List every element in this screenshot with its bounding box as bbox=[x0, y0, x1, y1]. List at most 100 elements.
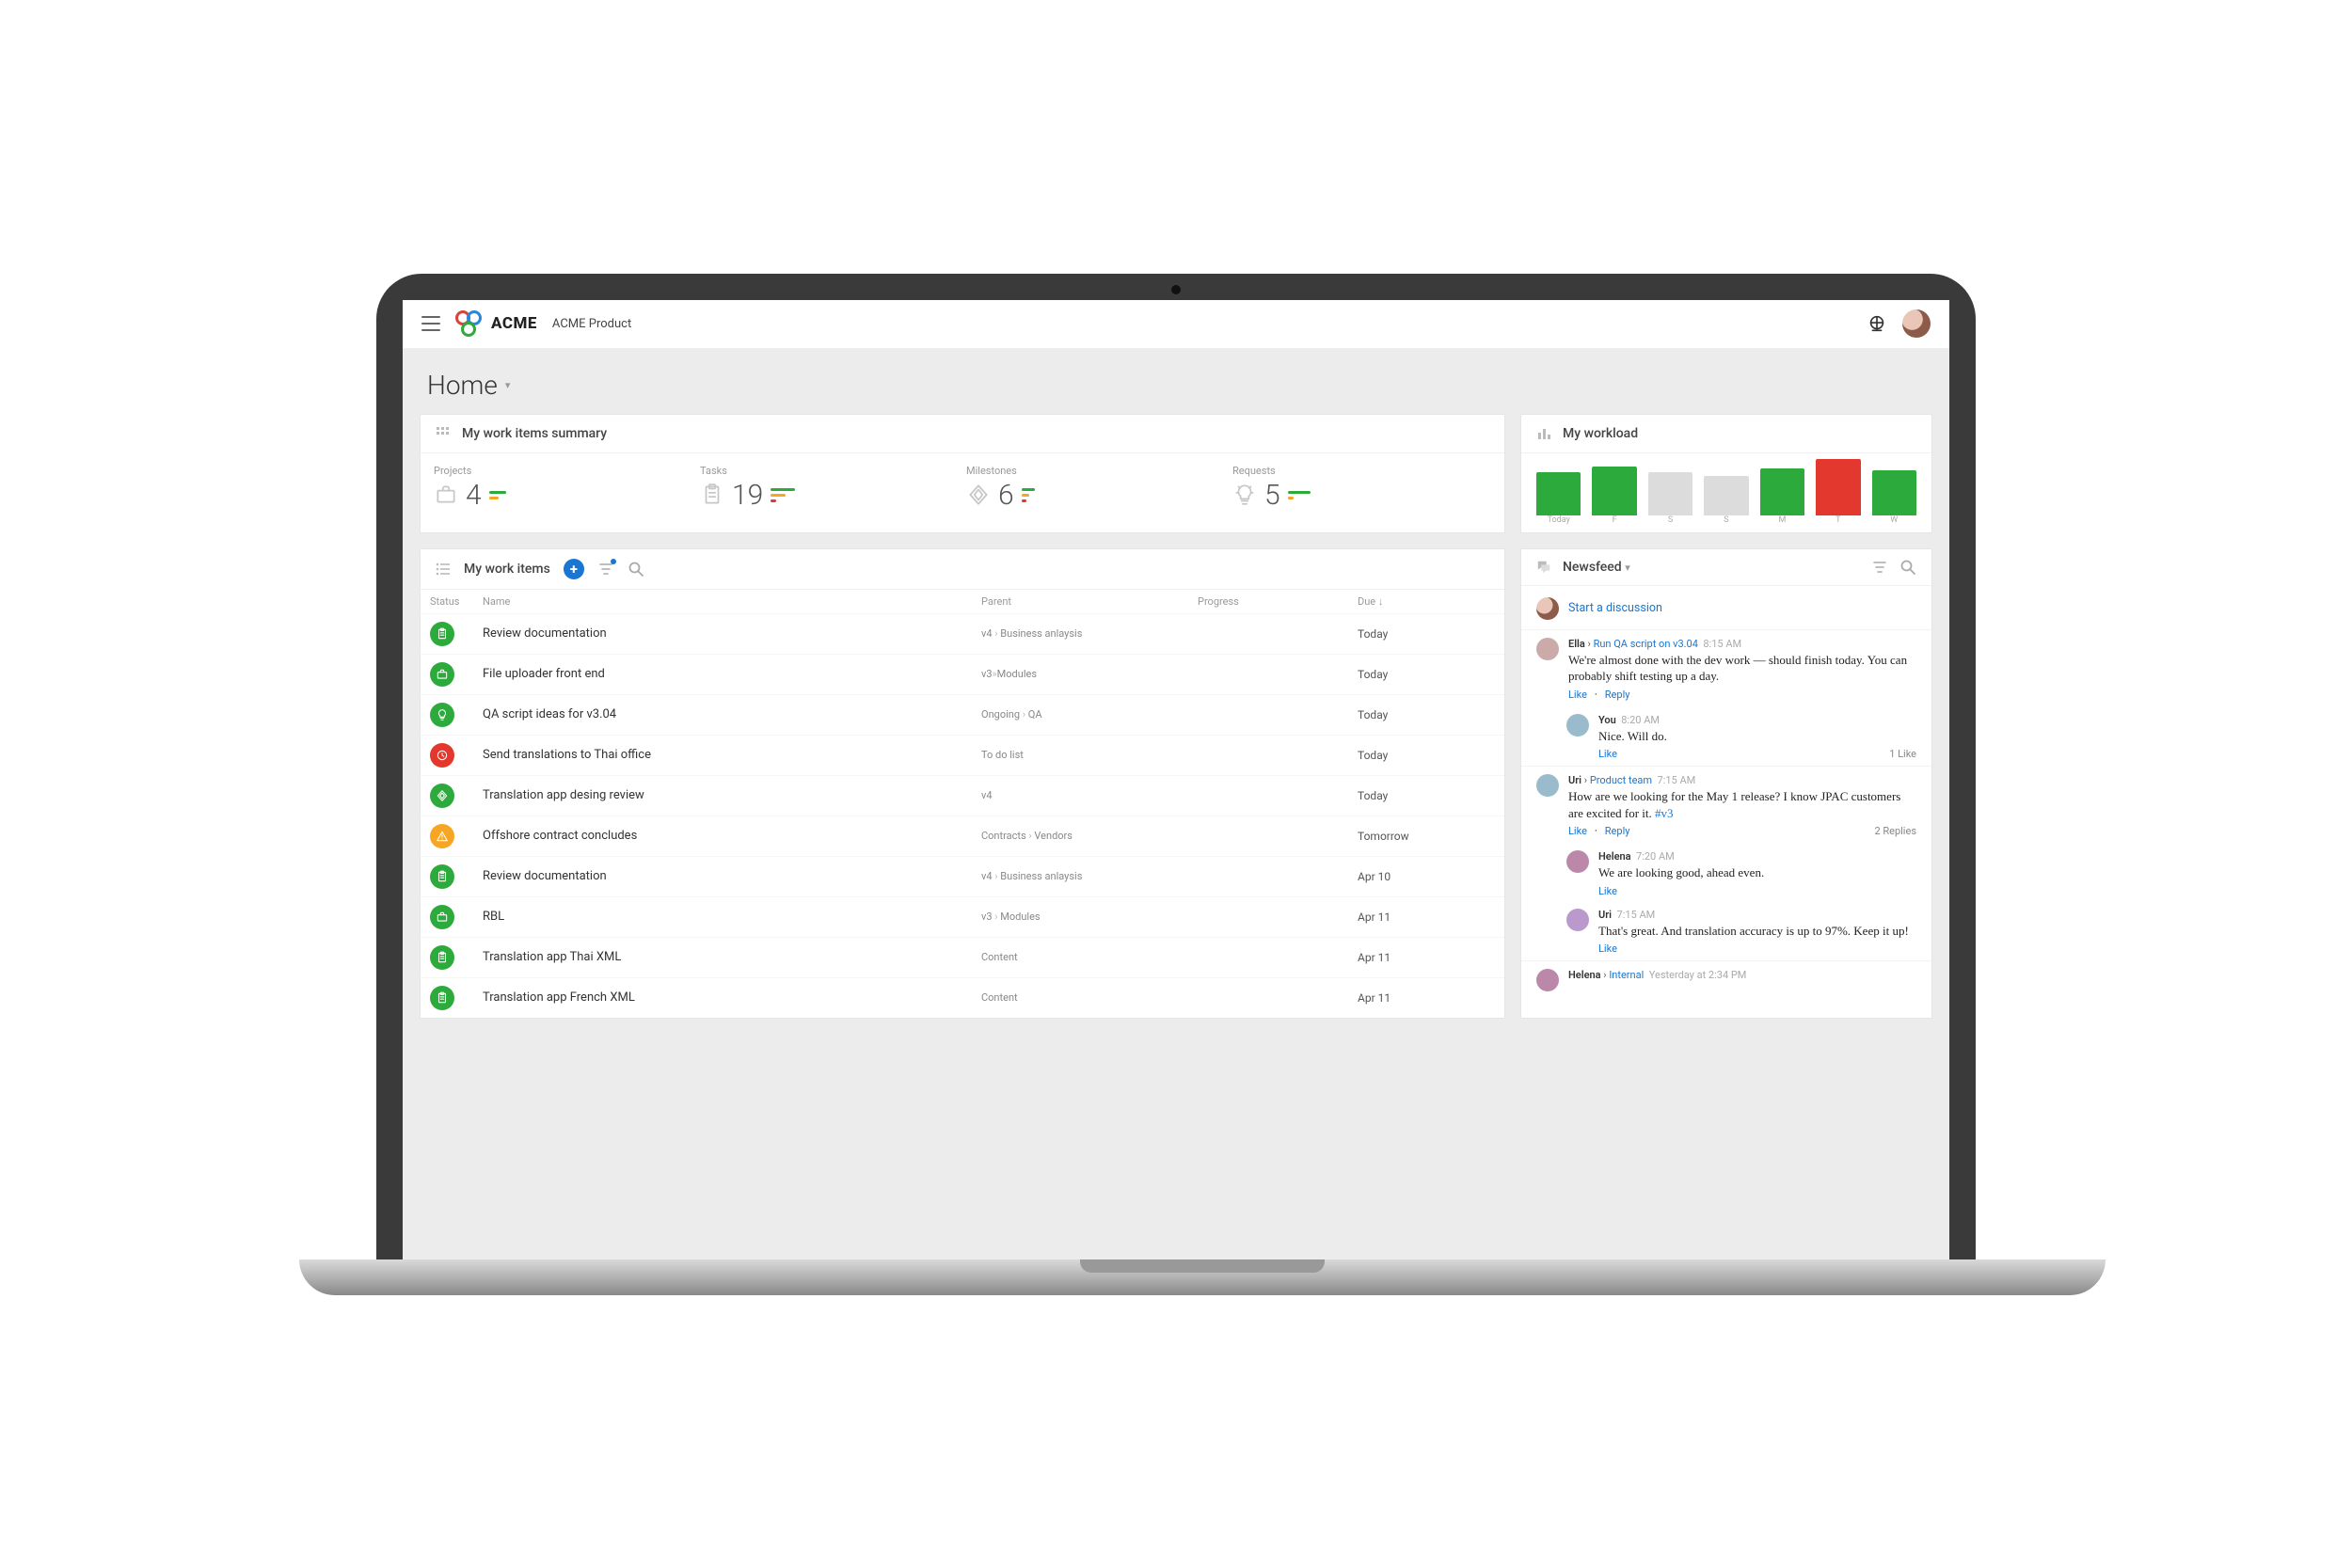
workitem-parent: v4 › Business anlaysis bbox=[981, 627, 1198, 640]
workitem-due: Apr 11 bbox=[1358, 991, 1489, 1005]
workitem-row[interactable]: Review documentation v4 › Business anlay… bbox=[421, 613, 1504, 654]
status-icon bbox=[430, 905, 454, 929]
workload-bar bbox=[1648, 472, 1692, 515]
reply-avatar[interactable] bbox=[1566, 714, 1589, 736]
like-link[interactable]: Like bbox=[1598, 748, 1617, 760]
post-avatar[interactable] bbox=[1536, 774, 1559, 797]
newsfeed-filter-icon[interactable] bbox=[1871, 559, 1888, 576]
summary-value: 6 bbox=[998, 479, 1014, 512]
workitem-due: Today bbox=[1358, 708, 1489, 721]
newsfeed-card: Newsfeed ▾ Start a discussion bbox=[1520, 548, 1932, 1019]
workitem-row[interactable]: RBL v3 › Modules Apr 11 bbox=[421, 896, 1504, 937]
summary-value: 4 bbox=[466, 479, 482, 512]
workitem-due: Tomorrow bbox=[1358, 830, 1489, 843]
workload-day-label: W bbox=[1872, 515, 1916, 525]
summary-label: Tasks bbox=[700, 465, 959, 477]
post-avatar[interactable] bbox=[1536, 969, 1559, 991]
search-icon[interactable] bbox=[628, 561, 644, 578]
reply-meta: Uri 7:15 AM bbox=[1598, 909, 1916, 921]
workitem-name: Translation app Thai XML bbox=[483, 950, 981, 964]
summary-item-projects[interactable]: Projects 4 bbox=[434, 465, 692, 512]
summary-bars bbox=[1022, 488, 1035, 502]
bulb-icon bbox=[1232, 483, 1257, 507]
workitem-name: QA script ideas for v3.04 bbox=[483, 707, 981, 721]
page-title-dropdown[interactable]: Home ▾ bbox=[427, 370, 510, 401]
summary-item-requests[interactable]: Requests 5 bbox=[1232, 465, 1491, 512]
workload-bar bbox=[1704, 476, 1748, 515]
workitem-row[interactable]: Translation app desing review v4 Today bbox=[421, 775, 1504, 816]
workitem-row[interactable]: QA script ideas for v3.04 Ongoing › QA T… bbox=[421, 694, 1504, 735]
workitem-parent: Content bbox=[981, 951, 1198, 963]
start-discussion[interactable]: Start a discussion bbox=[1521, 590, 1931, 629]
col-parent[interactable]: Parent bbox=[981, 595, 1198, 608]
filter-icon[interactable] bbox=[597, 561, 614, 578]
topbar: ACME ACME Product bbox=[403, 300, 1949, 349]
summary-title: My work items summary bbox=[462, 426, 607, 441]
newsfeed-title[interactable]: Newsfeed ▾ bbox=[1563, 560, 1630, 575]
status-icon bbox=[430, 864, 454, 889]
add-workitem-button[interactable]: + bbox=[564, 559, 584, 579]
newsfeed-reply: You 8:20 AM Nice. Will do. Like1 Like bbox=[1521, 708, 1931, 767]
reply-avatar[interactable] bbox=[1566, 850, 1589, 873]
summary-item-tasks[interactable]: Tasks 19 bbox=[700, 465, 959, 512]
col-due[interactable]: Due ↓ bbox=[1358, 595, 1489, 608]
like-link[interactable]: Like bbox=[1568, 689, 1587, 701]
workload-title: My workload bbox=[1563, 426, 1638, 441]
workload-bar bbox=[1872, 470, 1916, 515]
workitem-parent: Contracts › Vendors bbox=[981, 830, 1198, 842]
summary-item-milestones[interactable]: Milestones 6 bbox=[966, 465, 1225, 512]
clipboard-icon bbox=[700, 483, 724, 507]
post-text: We're almost done with the dev work — sh… bbox=[1568, 652, 1916, 685]
workitem-row[interactable]: File uploader front end v3»Modules Today bbox=[421, 654, 1504, 694]
workitem-parent: v3 › Modules bbox=[981, 911, 1198, 923]
briefcase-icon bbox=[434, 483, 458, 507]
post-context-link[interactable]: Run QA script on v3.04 bbox=[1594, 638, 1698, 650]
post-context-link[interactable]: Product team bbox=[1590, 774, 1652, 786]
user-avatar[interactable] bbox=[1902, 309, 1931, 338]
status-icon bbox=[430, 703, 454, 727]
chat-icon bbox=[1536, 560, 1551, 575]
summary-value: 5 bbox=[1264, 479, 1280, 512]
menu-icon[interactable] bbox=[421, 316, 440, 331]
post-text: How are we looking for the May 1 release… bbox=[1568, 788, 1916, 821]
summary-card: My work items summary Projects 4 Tasks 1… bbox=[420, 414, 1505, 533]
workitem-due: Apr 10 bbox=[1358, 870, 1489, 883]
start-discussion-link[interactable]: Start a discussion bbox=[1568, 601, 1662, 615]
col-status[interactable]: Status bbox=[430, 595, 483, 608]
workload-day-label: S bbox=[1704, 515, 1748, 525]
workload-bar bbox=[1536, 472, 1581, 515]
reply-meta-right: 1 Like bbox=[1889, 748, 1916, 760]
page-title-bar: Home ▾ bbox=[403, 349, 1949, 414]
status-icon bbox=[430, 986, 454, 1010]
workitem-due: Today bbox=[1358, 749, 1489, 762]
workitems-card: My work items + Status Name Parent Progr… bbox=[420, 548, 1505, 1019]
workitem-row[interactable]: Translation app French XML Content Apr 1… bbox=[421, 977, 1504, 1018]
newsfeed-search-icon[interactable] bbox=[1899, 559, 1916, 576]
reply-meta: Helena 7:20 AM bbox=[1598, 850, 1916, 863]
like-link[interactable]: Like bbox=[1598, 942, 1617, 955]
workitem-name: Translation app French XML bbox=[483, 990, 981, 1005]
post-avatar[interactable] bbox=[1536, 638, 1559, 660]
reply-link[interactable]: Reply bbox=[1605, 689, 1630, 701]
workitem-row[interactable]: Offshore contract concludes Contracts › … bbox=[421, 816, 1504, 856]
workitem-row[interactable]: Translation app Thai XML Content Apr 11 bbox=[421, 937, 1504, 977]
like-link[interactable]: Like bbox=[1568, 825, 1587, 837]
col-name[interactable]: Name bbox=[483, 595, 981, 608]
status-icon bbox=[430, 662, 454, 687]
workitem-parent: v3»Modules bbox=[981, 668, 1198, 680]
like-link[interactable]: Like bbox=[1598, 885, 1617, 897]
reply-avatar[interactable] bbox=[1566, 909, 1589, 931]
post-context-link[interactable]: Internal bbox=[1609, 969, 1644, 981]
workitem-due: Apr 11 bbox=[1358, 911, 1489, 924]
notifications-icon[interactable] bbox=[1867, 313, 1887, 334]
workitem-row[interactable]: Send translations to Thai office To do l… bbox=[421, 735, 1504, 775]
reply-link[interactable]: Reply bbox=[1605, 825, 1630, 837]
workload-day-label: S bbox=[1648, 515, 1692, 525]
workitem-row[interactable]: Review documentation v4 › Business anlay… bbox=[421, 856, 1504, 896]
summary-bars bbox=[489, 491, 506, 499]
workitem-name: Offshore contract concludes bbox=[483, 829, 981, 843]
workitem-name: RBL bbox=[483, 910, 981, 924]
laptop-base bbox=[299, 1259, 2106, 1295]
col-progress[interactable]: Progress bbox=[1198, 595, 1358, 608]
logo[interactable]: ACME bbox=[455, 310, 537, 337]
